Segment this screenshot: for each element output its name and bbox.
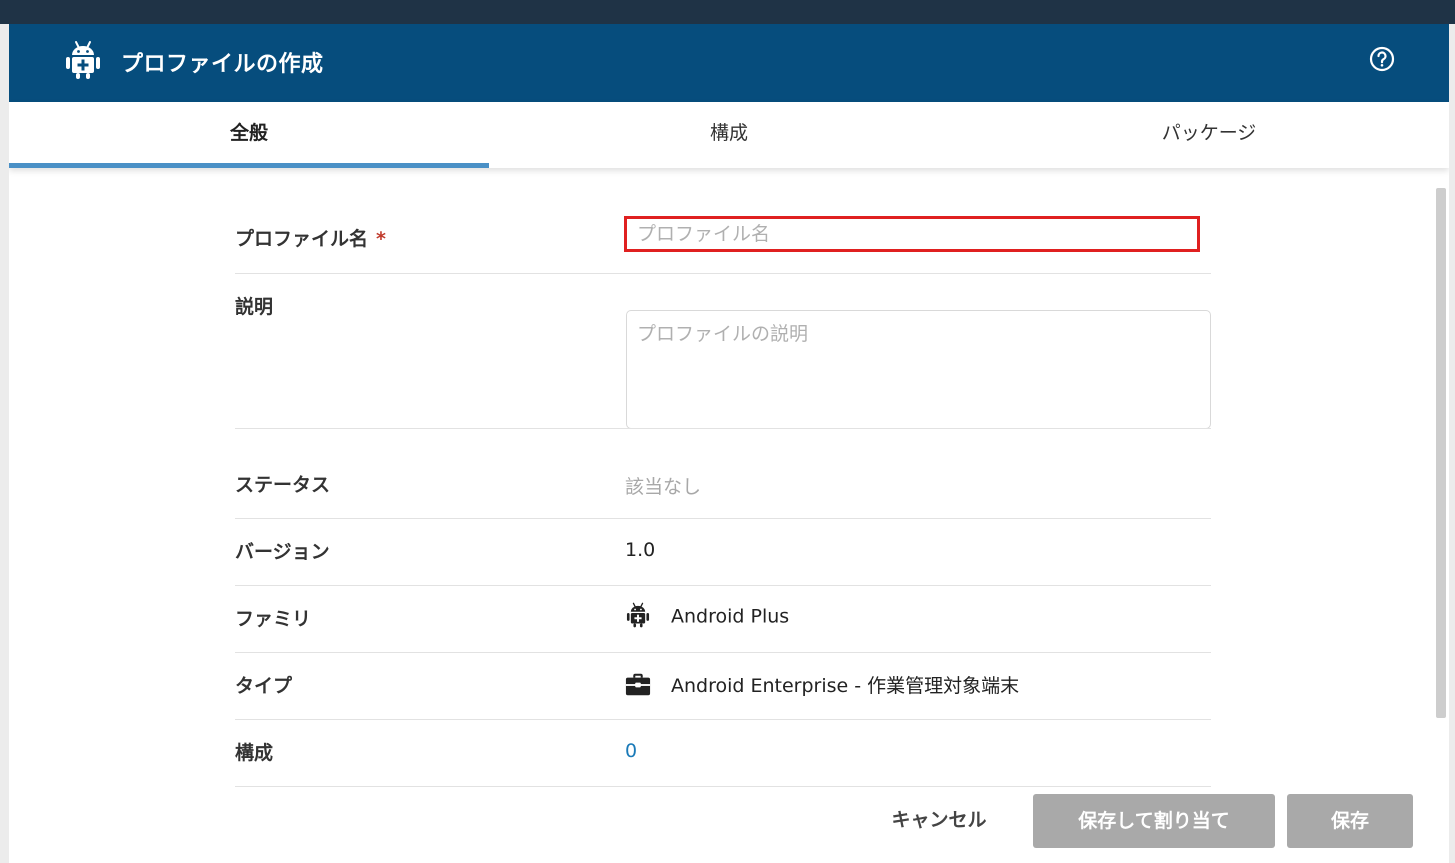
dialog-header: プロファイルの作成: [9, 24, 1449, 102]
save-button[interactable]: 保存: [1287, 794, 1413, 848]
tab-packages-label: パッケージ: [1161, 122, 1257, 144]
version-label: バージョン: [235, 541, 330, 563]
version-row: バージョン 1.0: [235, 519, 1211, 586]
family-label: ファミリ: [235, 608, 312, 630]
profile-name-label: プロファイル名 *: [235, 224, 386, 251]
configurations-count-link[interactable]: 0: [625, 740, 637, 762]
type-row: タイプ Android Enterprise - 作業管理対象端末: [235, 653, 1211, 720]
family-value: Android Plus: [625, 602, 790, 630]
family-value-text: Android Plus: [671, 605, 790, 628]
required-mark: *: [376, 228, 386, 250]
background-topbar: [0, 0, 1455, 24]
background-page-right: [1449, 24, 1455, 863]
description-input[interactable]: [626, 310, 1211, 429]
version-value: 1.0: [625, 539, 656, 561]
scrollbar[interactable]: [1436, 188, 1446, 718]
profile-name-label-text: プロファイル名: [235, 228, 369, 250]
configurations-label: 構成: [235, 742, 274, 764]
help-circle-icon[interactable]: [1369, 46, 1395, 72]
background-page-left: [0, 24, 9, 863]
profile-name-row: プロファイル名 *: [235, 188, 1211, 274]
briefcase-icon: [625, 673, 651, 695]
type-label: タイプ: [235, 675, 293, 697]
status-row: ステータス 該当なし: [235, 452, 1211, 519]
family-row: ファミリ Android Plus: [235, 586, 1211, 653]
android-plus-icon: [66, 41, 100, 79]
description-divider: [235, 428, 1211, 429]
status-value: 該当なし: [625, 476, 702, 498]
tab-configurations-label: 構成: [709, 122, 748, 144]
android-plus-icon: [626, 602, 650, 628]
tab-packages[interactable]: パッケージ: [969, 102, 1449, 168]
cancel-button[interactable]: キャンセル: [869, 794, 1009, 846]
tab-active-indicator: [9, 163, 489, 168]
tab-general[interactable]: 全般: [9, 102, 489, 168]
save-and-assign-button[interactable]: 保存して割り当て: [1033, 794, 1275, 848]
dialog-title: プロファイルの作成: [121, 52, 324, 77]
description-label: 説明: [235, 296, 274, 318]
tab-configurations[interactable]: 構成: [489, 102, 969, 168]
tab-bar: 全般 構成 パッケージ: [9, 102, 1449, 168]
type-value: Android Enterprise - 作業管理対象端末: [625, 671, 1019, 700]
profile-name-input[interactable]: [624, 216, 1200, 252]
status-label: ステータス: [235, 474, 331, 496]
create-profile-dialog: プロファイルの作成 全般 構成 パッケージ プロファイル名 * 説明: [9, 24, 1449, 863]
type-value-text: Android Enterprise - 作業管理対象端末: [671, 675, 1020, 697]
tab-general-label: 全般: [229, 122, 268, 144]
configurations-row: 構成 0: [235, 720, 1211, 787]
